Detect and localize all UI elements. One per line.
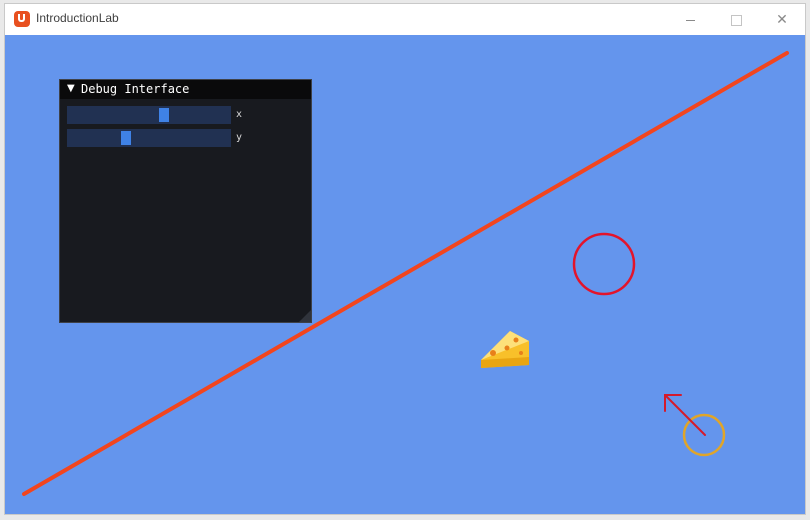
window-title: IntroductionLab	[36, 11, 119, 25]
panel-header[interactable]: ▼ Debug Interface	[60, 80, 311, 99]
x-slider-label: x	[236, 109, 243, 120]
resize-grip[interactable]	[299, 310, 311, 322]
offscreen-circle-edge	[801, 18, 805, 34]
x-slider[interactable]	[67, 106, 231, 124]
y-slider[interactable]	[67, 129, 231, 147]
game-viewport[interactable]: ▼ Debug Interface x y	[5, 35, 805, 514]
maximize-icon	[731, 15, 742, 26]
minimize-button[interactable]	[667, 8, 713, 32]
target-circle	[572, 232, 636, 296]
x-slider-grab[interactable]	[159, 108, 169, 122]
panel-title: Debug Interface	[81, 82, 190, 96]
game-window: IntroductionLab ✕ ▼ Debug Interface x y	[4, 3, 806, 515]
y-slider-label: y	[236, 132, 243, 143]
title-bar[interactable]: IntroductionLab ✕	[5, 4, 805, 35]
minimize-icon	[686, 20, 695, 21]
collapse-triangle-icon[interactable]: ▼	[67, 83, 75, 94]
close-button[interactable]: ✕	[759, 8, 805, 32]
y-slider-grab[interactable]	[121, 131, 131, 145]
close-icon: ✕	[776, 12, 788, 28]
app-logo-icon	[14, 11, 30, 27]
maximize-button[interactable]	[713, 8, 759, 32]
debug-interface-panel[interactable]: ▼ Debug Interface x y	[59, 79, 312, 323]
cheese-icon	[481, 331, 529, 368]
